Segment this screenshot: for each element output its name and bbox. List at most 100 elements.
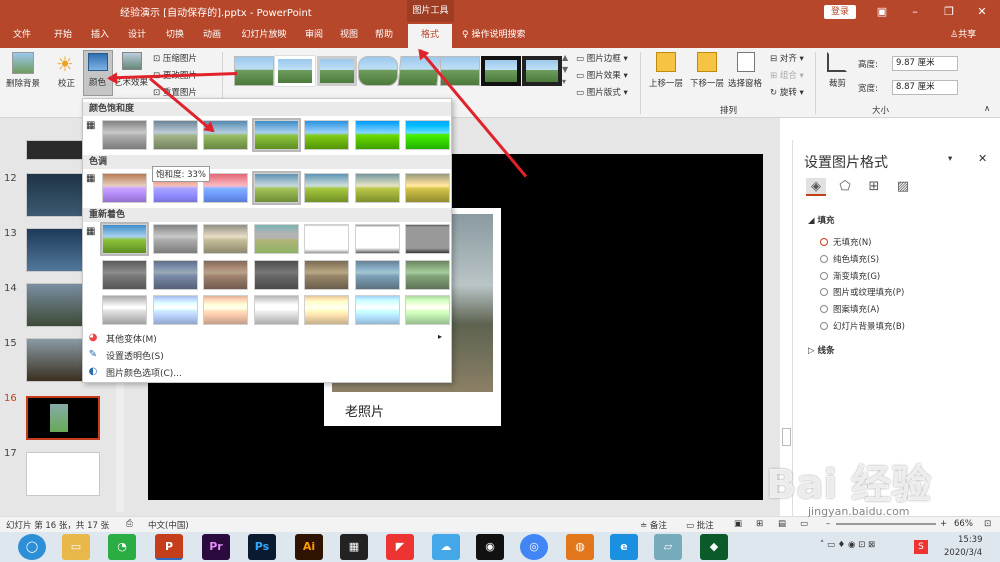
line-section-header[interactable]: ▷ 线条: [808, 344, 835, 356]
color-preset-swatch[interactable]: [304, 295, 349, 325]
picture-icon[interactable]: ▨: [893, 178, 913, 196]
comments-button[interactable]: ▭ 批注: [686, 519, 714, 531]
ribbon-collapse-icon[interactable]: ∧: [984, 104, 990, 114]
color-preset-swatch[interactable]: [152, 260, 198, 290]
radio-pattern-fill[interactable]: 图案填充(A): [820, 303, 879, 315]
group-button[interactable]: ⊞ 组合 ▾: [770, 69, 804, 81]
app-icon[interactable]: ▱: [654, 534, 682, 560]
pane-options-icon[interactable]: ▾: [948, 154, 952, 164]
spellcheck-icon[interactable]: ⎙: [126, 519, 133, 529]
photoshop-icon[interactable]: Ps: [248, 534, 276, 560]
fill-section-header[interactable]: ◢ 填充: [808, 214, 835, 226]
color-preset-swatch[interactable]: [405, 295, 450, 325]
tab-help[interactable]: 帮助: [370, 24, 398, 46]
editor-scrollbar[interactable]: [782, 428, 791, 446]
app-icon[interactable]: ◆: [700, 534, 728, 560]
color-preset-swatch[interactable]: [203, 260, 248, 290]
picture-style-4[interactable]: [358, 56, 398, 86]
color-preset-swatch[interactable]: [203, 295, 248, 325]
color-preset-swatch[interactable]: [203, 224, 248, 254]
powerpoint-icon[interactable]: P: [155, 534, 183, 560]
picture-layout-button[interactable]: ▭ 图片版式 ▾: [576, 86, 628, 98]
fill-line-icon[interactable]: ◈: [806, 178, 826, 196]
size-properties-icon[interactable]: ⊞: [864, 178, 884, 196]
tab-insert[interactable]: 插入: [85, 24, 115, 46]
firefox-icon[interactable]: ◍: [566, 534, 594, 560]
color-preset-swatch[interactable]: [304, 260, 349, 290]
premiere-icon[interactable]: Pr: [202, 534, 230, 560]
pane-close-icon[interactable]: ✕: [978, 152, 987, 165]
color-preset-swatch[interactable]: [251, 171, 301, 205]
ie-icon[interactable]: e: [610, 534, 638, 560]
file-explorer-icon[interactable]: ▭: [62, 534, 90, 560]
picture-style-8[interactable]: [522, 56, 562, 86]
color-preset-swatch[interactable]: [100, 222, 149, 256]
notes-button[interactable]: ≐ 备注: [640, 519, 667, 531]
color-preset-swatch[interactable]: [354, 173, 400, 203]
chrome-icon[interactable]: ◎: [520, 534, 548, 560]
slide-sorter-icon[interactable]: ⊞: [756, 519, 763, 529]
send-backward-button[interactable]: 下移一层: [690, 77, 724, 89]
height-input[interactable]: 9.87 厘米: [892, 56, 958, 71]
tab-review[interactable]: 审阅: [300, 24, 328, 46]
tab-view[interactable]: 视图: [335, 24, 363, 46]
reading-view-icon[interactable]: ▤: [778, 519, 786, 529]
tab-slideshow[interactable]: 幻灯片放映: [236, 24, 292, 46]
tab-animations[interactable]: 动画: [197, 24, 227, 46]
qq-icon[interactable]: ◉: [476, 534, 504, 560]
zoom-out-icon[interactable]: –: [826, 519, 830, 529]
tab-design[interactable]: 设计: [122, 24, 152, 46]
picture-style-3[interactable]: [317, 56, 357, 86]
color-preset-swatch[interactable]: [102, 173, 147, 203]
zoom-slider[interactable]: [836, 523, 936, 525]
login-button[interactable]: 登录: [824, 5, 856, 19]
color-preset-swatch[interactable]: [102, 260, 147, 290]
chat-app-icon[interactable]: ☁: [432, 534, 460, 560]
share-button[interactable]: ♙共享: [950, 24, 976, 46]
color-preset-swatch[interactable]: [251, 118, 301, 152]
picture-style-1[interactable]: [234, 56, 274, 86]
radio-gradient-fill[interactable]: 渐变填充(G): [820, 270, 880, 282]
slide-thumbnail-16[interactable]: [26, 396, 100, 440]
radio-no-fill[interactable]: 无填充(N): [820, 236, 872, 248]
tray-icons[interactable]: ˄ ▭ ♦ ◉ ⊡ ⊠: [820, 540, 875, 550]
color-preset-swatch[interactable]: [354, 224, 400, 254]
more-variations-item[interactable]: 其他变体(M): [106, 332, 157, 345]
illustrator-icon[interactable]: Ai: [295, 534, 323, 560]
slideshow-view-icon[interactable]: ▭: [800, 519, 808, 529]
picture-style-5[interactable]: [397, 56, 441, 86]
picture-border-button[interactable]: ▭ 图片边框 ▾: [576, 52, 628, 64]
corrections-button[interactable]: 校正: [58, 77, 75, 89]
fit-to-window-icon[interactable]: ⊡: [984, 519, 991, 529]
width-input[interactable]: 8.87 厘米: [892, 80, 958, 95]
close-button[interactable]: ✕: [972, 3, 992, 21]
picture-style-2[interactable]: [275, 56, 315, 86]
tab-format[interactable]: 格式: [408, 24, 452, 48]
remove-background-button[interactable]: 删除背景: [6, 77, 40, 89]
tab-home[interactable]: 开始: [48, 24, 78, 46]
color-preset-swatch[interactable]: [405, 173, 450, 203]
radio-background-fill[interactable]: 幻灯片背景填充(B): [820, 320, 905, 332]
color-preset-swatch[interactable]: [304, 224, 349, 254]
ribbon-display-options-icon[interactable]: ▣: [872, 3, 892, 21]
rotate-button[interactable]: ↻ 旋转 ▾: [770, 86, 804, 98]
effects-icon[interactable]: ⬠: [835, 178, 855, 196]
compress-pictures-button[interactable]: ⊡ 压缩图片: [153, 52, 197, 64]
crop-button[interactable]: 裁剪: [829, 77, 846, 89]
color-preset-swatch[interactable]: [304, 120, 349, 150]
set-transparent-color-item[interactable]: 设置透明色(S): [106, 349, 164, 362]
color-preset-swatch[interactable]: [354, 260, 400, 290]
picture-effects-button[interactable]: ▭ 图片效果 ▾: [576, 69, 628, 81]
minimize-button[interactable]: –: [905, 3, 925, 21]
color-preset-swatch[interactable]: [253, 224, 299, 254]
wechat-icon[interactable]: ◔: [108, 534, 136, 560]
clock-date[interactable]: 2020/3/4: [944, 548, 982, 558]
tell-me-search[interactable]: ♀ 操作说明搜索: [462, 24, 525, 46]
color-preset-swatch[interactable]: [354, 120, 400, 150]
photo-caption[interactable]: 老照片: [345, 401, 384, 420]
color-preset-swatch[interactable]: [304, 173, 349, 203]
color-preset-swatch[interactable]: [253, 260, 299, 290]
align-button[interactable]: ⊟ 对齐 ▾: [770, 52, 804, 64]
color-preset-swatch[interactable]: [152, 224, 198, 254]
color-preset-swatch[interactable]: [102, 120, 147, 150]
